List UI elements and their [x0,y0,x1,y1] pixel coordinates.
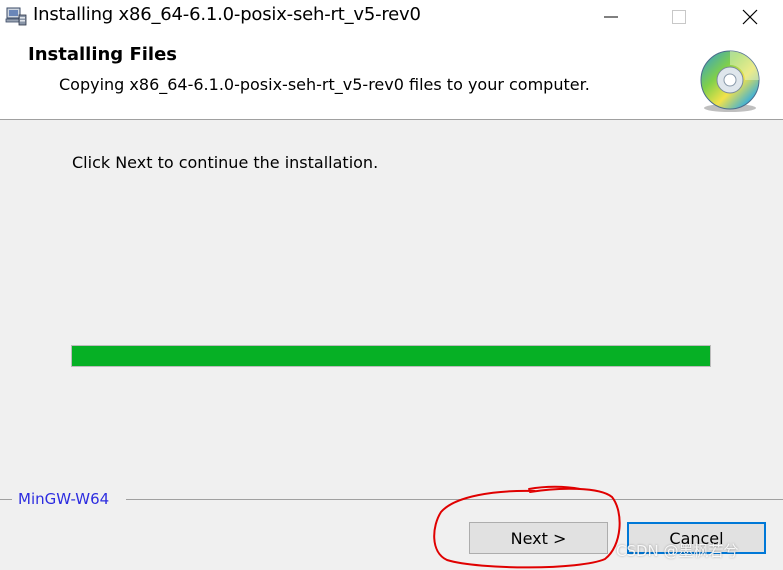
page-title: Installing Files [28,44,178,65]
maximize-icon [672,10,686,24]
installer-icon [5,7,27,26]
cd-disc-icon [700,50,760,112]
footer-divider-right [126,499,783,500]
page-subtitle: Copying x86_64-6.1.0-posix-seh-rt_v5-rev… [59,75,590,94]
footer-divider-left [0,499,12,500]
instruction-text: Click Next to continue the installation. [72,153,379,172]
progress-fill [72,346,710,366]
maximize-button [656,0,702,34]
window-title: Installing x86_64-6.1.0-posix-seh-rt_v5-… [33,4,421,25]
minimize-icon [604,16,618,18]
close-icon [742,9,758,25]
close-button[interactable] [727,0,773,34]
brand-label: MinGW-W64 [17,490,111,508]
title-bar: Installing x86_64-6.1.0-posix-seh-rt_v5-… [0,0,783,34]
progress-bar [71,345,711,367]
annotation-stroke-top [528,485,581,490]
minimize-button[interactable] [588,0,634,34]
watermark: CSDN @墨枫若兮 [616,542,739,560]
header-banner: Installing Files Copying x86_64-6.1.0-po… [0,34,783,120]
next-button[interactable]: Next > [469,522,608,554]
